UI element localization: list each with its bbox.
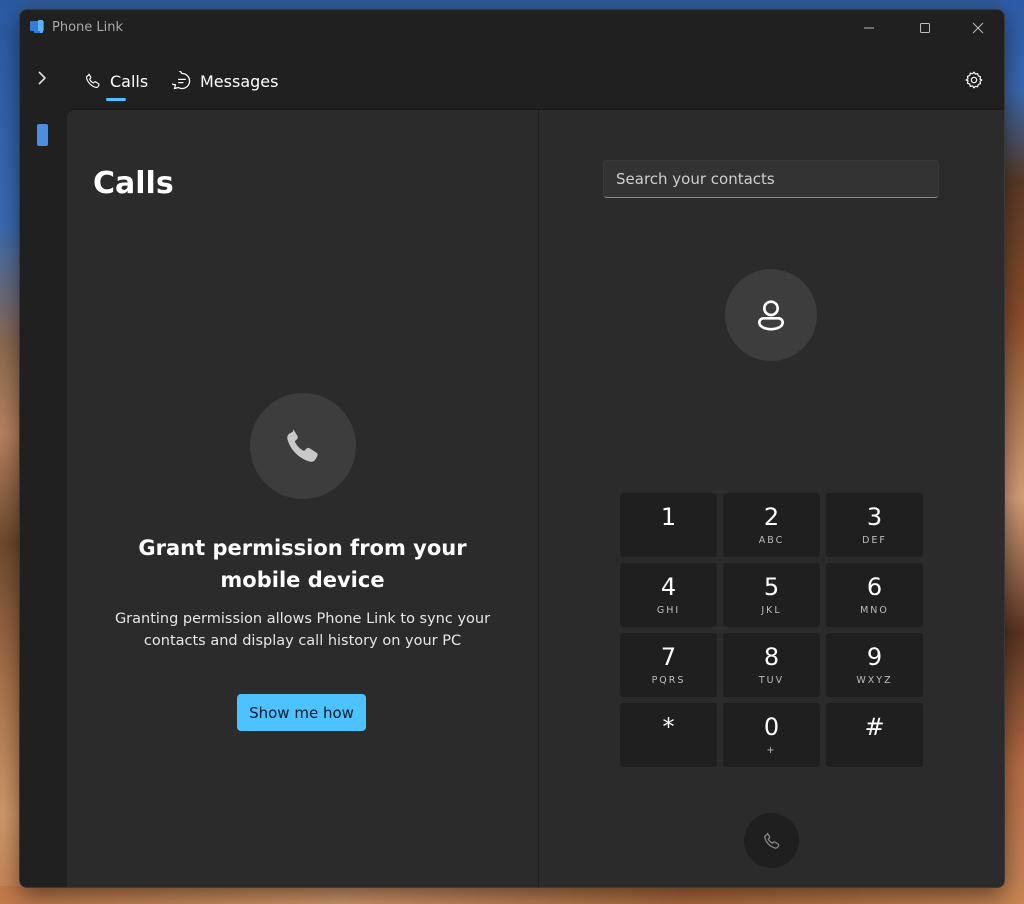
permission-title: Grant permission from your mobile device xyxy=(138,536,467,592)
key-letters: DEF xyxy=(862,535,887,546)
phone-illustration xyxy=(250,393,356,499)
show-me-how-button[interactable]: Show me how xyxy=(237,694,366,731)
phone-link-app-icon xyxy=(30,20,44,33)
maximize-button[interactable] xyxy=(902,14,948,42)
tab-calls[interactable]: Calls xyxy=(84,66,148,96)
chevron-right-icon xyxy=(38,71,47,85)
close-button[interactable] xyxy=(955,14,1001,42)
dial-key-1[interactable]: 1 xyxy=(620,493,717,557)
phone-link-window: Phone Link Calls Messages Calls Grant pe… xyxy=(19,9,1005,888)
dial-key-0[interactable]: 0 + xyxy=(723,703,820,767)
title-bar: Phone Link xyxy=(20,10,1004,46)
dial-key-2[interactable]: 2 ABC xyxy=(723,493,820,557)
contact-avatar xyxy=(725,269,817,361)
dial-key-3[interactable]: 3 DEF xyxy=(826,493,923,557)
key-digit: # xyxy=(864,713,885,741)
dial-pad: 1 2 ABC 3 DEF 4 GHI 5 JKL 6 MNO 7 PQRS 8 TUV 9 W… xyxy=(620,493,924,767)
connected-device-button[interactable] xyxy=(37,124,48,146)
expand-pane-button[interactable] xyxy=(30,66,54,90)
key-letters: MNO xyxy=(860,605,889,616)
minimize-button[interactable] xyxy=(846,14,892,42)
close-icon xyxy=(972,22,984,34)
key-digit: * xyxy=(662,713,675,741)
dial-key-5[interactable]: 5 JKL xyxy=(723,563,820,627)
main-content: Calls Grant permission from your mobile … xyxy=(67,109,1004,887)
key-letters: GHI xyxy=(656,605,681,616)
search-contacts-input[interactable] xyxy=(603,160,939,198)
key-digit: 0 xyxy=(763,713,780,741)
key-letters: ABC xyxy=(758,535,785,546)
key-letters: JKL xyxy=(761,605,782,616)
selected-tab-indicator xyxy=(106,98,126,101)
dial-key-4[interactable]: 4 GHI xyxy=(620,563,717,627)
key-letters: PQRS xyxy=(651,675,686,686)
key-letters: TUV xyxy=(758,675,785,686)
desktop-wallpaper-right xyxy=(1002,0,1024,904)
chat-icon xyxy=(172,71,191,90)
key-digit: 4 xyxy=(660,573,677,601)
calls-pane: Calls Grant permission from your mobile … xyxy=(67,110,538,887)
desktop-wallpaper-bottom xyxy=(0,886,1024,904)
maximize-icon xyxy=(920,23,930,33)
phone-icon xyxy=(287,429,318,462)
tab-messages[interactable]: Messages xyxy=(172,66,278,96)
key-letters: + xyxy=(766,745,777,756)
key-digit: 1 xyxy=(660,503,677,531)
window-title: Phone Link xyxy=(52,20,124,35)
key-digit: 9 xyxy=(866,643,883,671)
device-rail xyxy=(20,109,67,887)
key-letters: WXYZ xyxy=(856,675,893,686)
key-digit: 2 xyxy=(763,503,780,531)
tab-calls-label: Calls xyxy=(110,71,149,91)
dial-key-star[interactable]: * xyxy=(620,703,717,767)
person-icon xyxy=(758,300,784,331)
call-button[interactable] xyxy=(744,813,799,868)
page-title: Calls xyxy=(93,166,174,201)
dial-key-8[interactable]: 8 TUV xyxy=(723,633,820,697)
top-navigation: Calls Messages xyxy=(20,60,1004,108)
dial-key-9[interactable]: 9 WXYZ xyxy=(826,633,923,697)
key-digit: 3 xyxy=(866,503,883,531)
key-digit: 8 xyxy=(763,643,780,671)
phone-icon xyxy=(763,832,779,849)
dialer-pane: 1 2 ABC 3 DEF 4 GHI 5 JKL 6 MNO 7 PQRS 8 TUV 9 W… xyxy=(539,110,1004,887)
dial-key-6[interactable]: 6 MNO xyxy=(826,563,923,627)
dial-key-7[interactable]: 7 PQRS xyxy=(620,633,717,697)
permission-description: Granting permission allows Phone Link to… xyxy=(114,611,491,649)
settings-button[interactable] xyxy=(962,68,986,92)
key-digit: 7 xyxy=(660,643,677,671)
key-digit: 5 xyxy=(763,573,780,601)
dial-key-hash[interactable]: # xyxy=(826,703,923,767)
tab-messages-label: Messages xyxy=(200,71,279,91)
gear-icon xyxy=(965,71,983,89)
phone-icon xyxy=(86,73,100,88)
minimize-icon xyxy=(864,27,874,29)
key-digit: 6 xyxy=(866,573,883,601)
